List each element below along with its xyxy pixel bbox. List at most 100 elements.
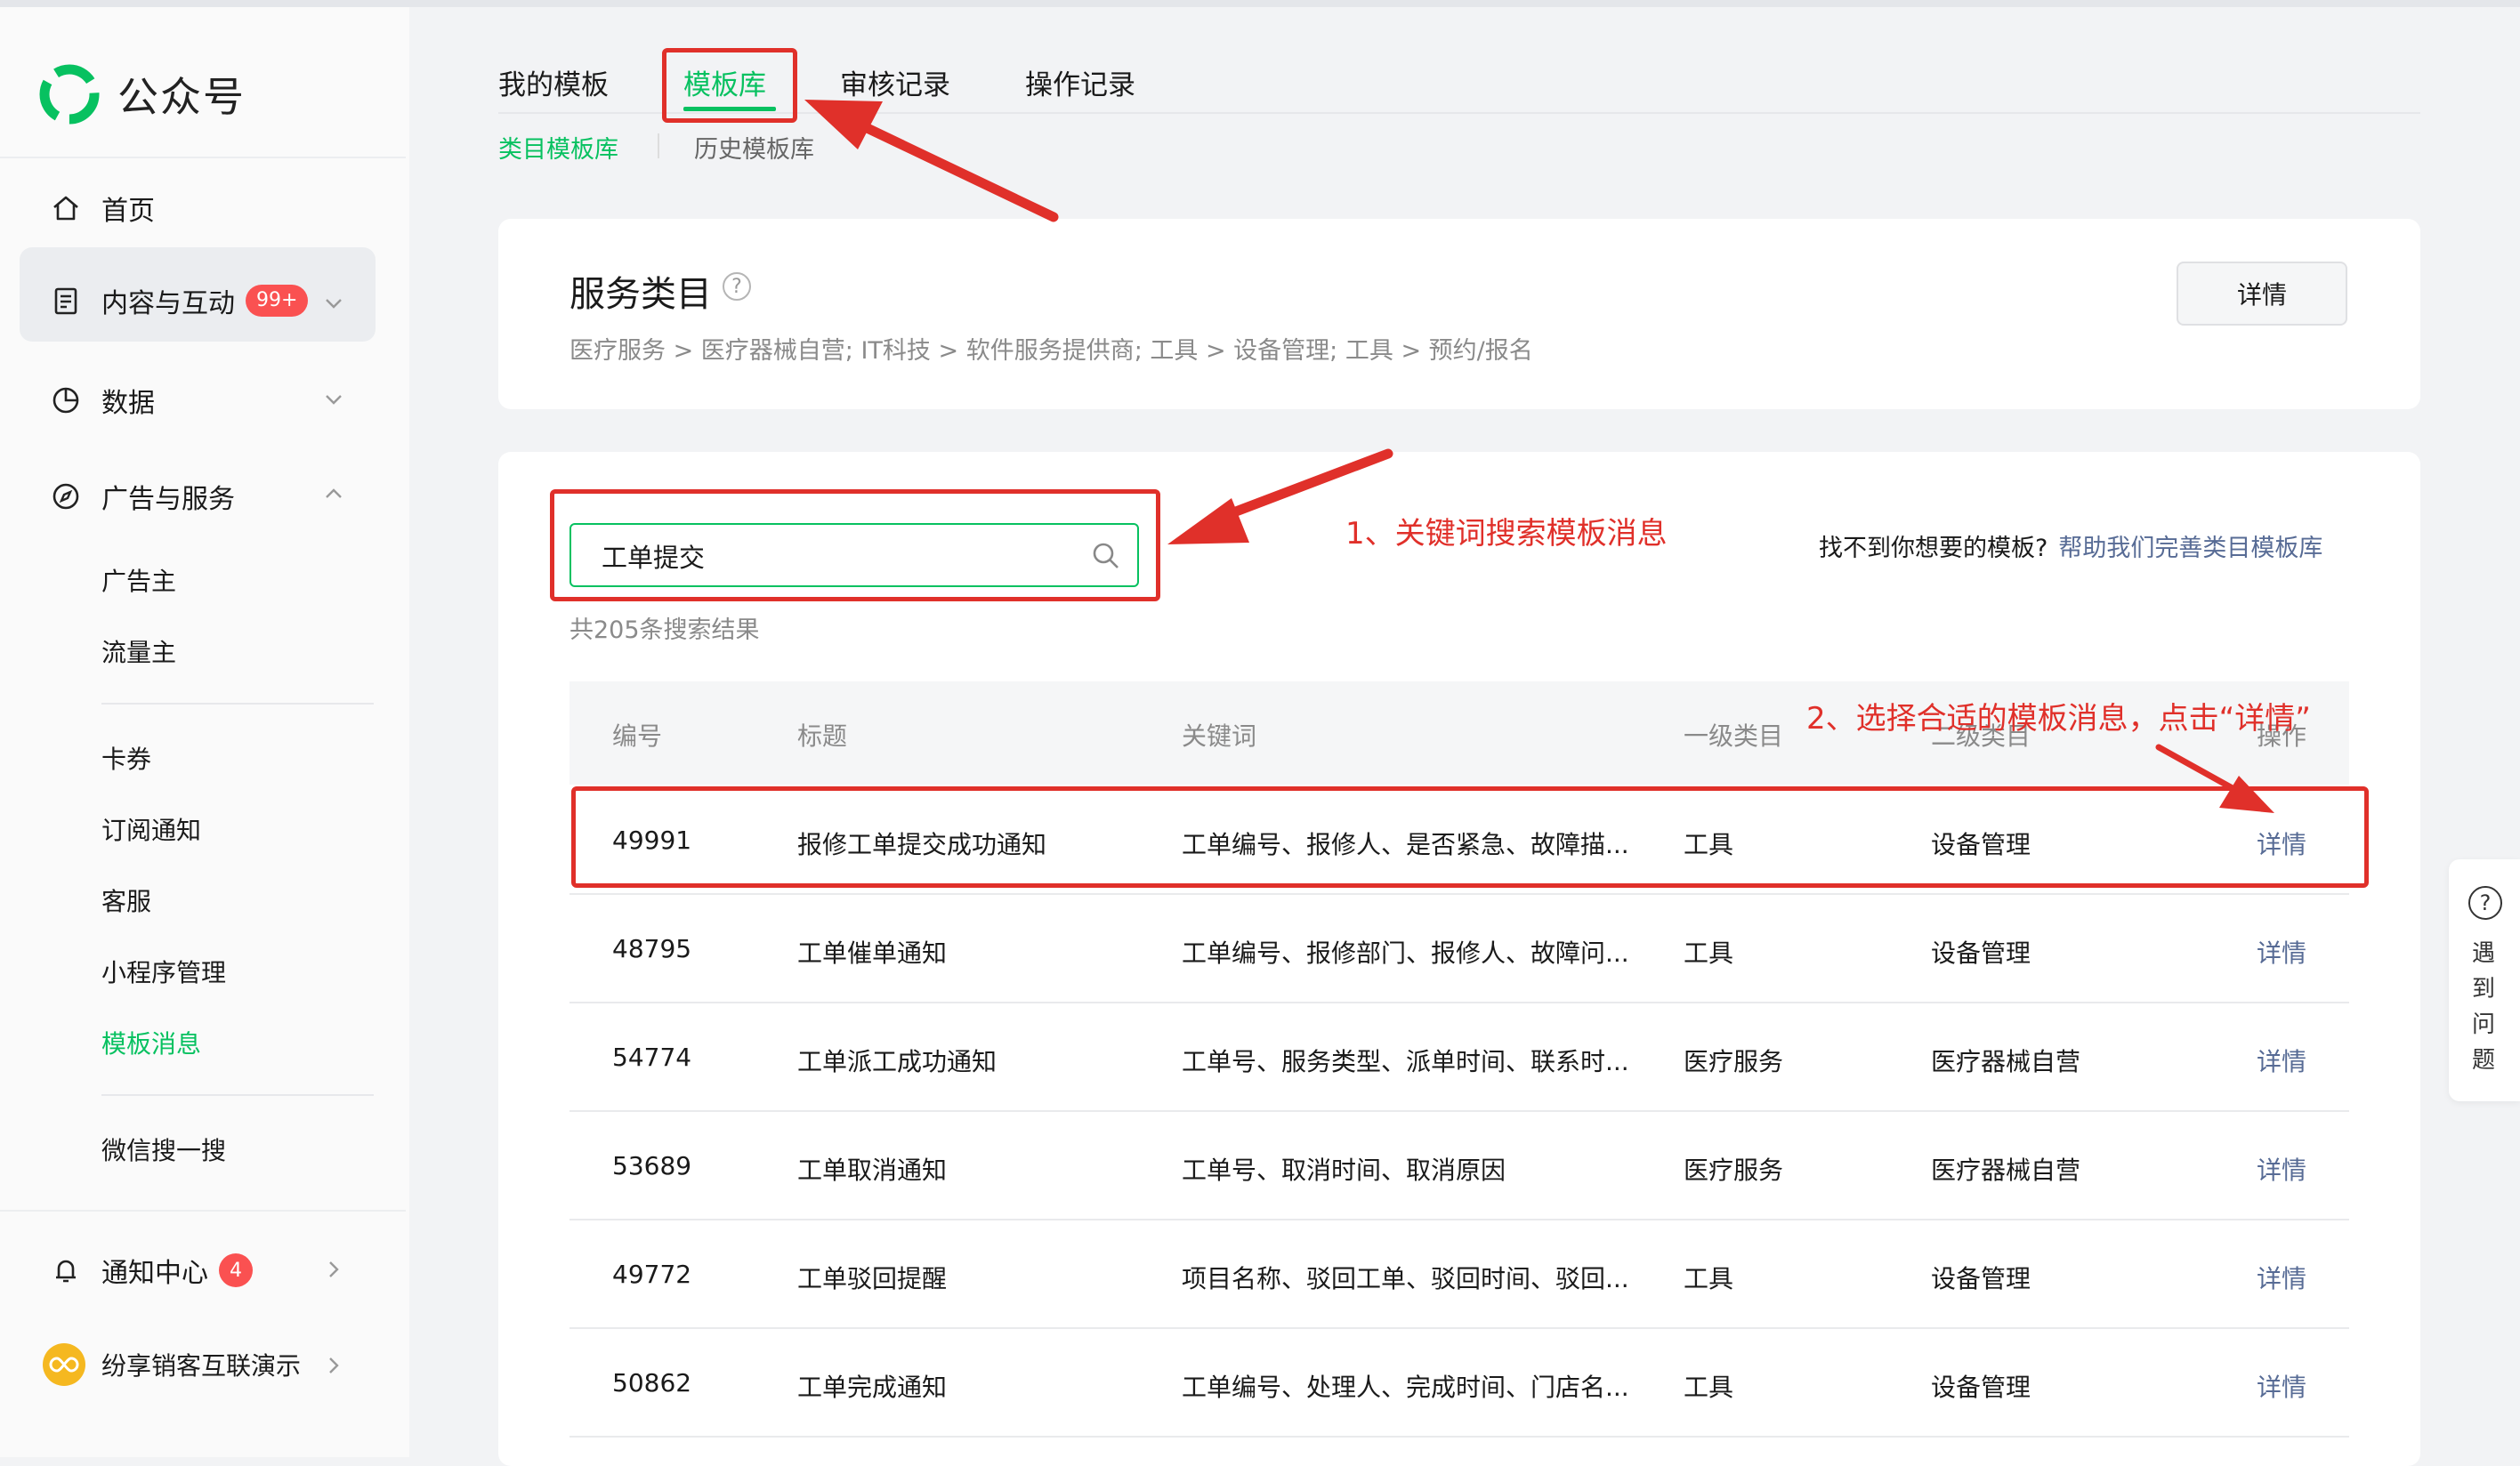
column-header-id: 编号 (612, 721, 663, 751)
cell-keywords: 工单号、服务类型、派单时间、联系时... (1182, 1047, 1629, 1076)
chevron-up-icon[interactable] (320, 480, 347, 507)
compass-icon (52, 483, 79, 510)
cell-id: 54774 (612, 1043, 692, 1072)
cell-category1: 工具 (1684, 1373, 1734, 1402)
avatar (43, 1343, 85, 1386)
question-icon: ? (2468, 886, 2502, 920)
bell-icon (56, 1260, 76, 1283)
floating-help-button[interactable]: ? 遇到问题 (2449, 859, 2520, 1101)
subtab-category-library[interactable]: 类目模板库 (498, 130, 618, 165)
sidebar-subitem-wechat-search[interactable]: 微信搜一搜 (101, 1132, 226, 1167)
home-icon (53, 196, 78, 221)
sidebar-item-content[interactable]: 内容与互动 99+ (50, 281, 309, 320)
missing-question: 找不到你想要的模板? (1819, 535, 2048, 562)
content-badge: 99+ (246, 285, 309, 317)
sidebar-subitem-customer-service[interactable]: 客服 (101, 882, 151, 918)
account-name: 纷享销客互联演示 (101, 1351, 302, 1381)
cell-category2: 医疗器械自营 (1931, 1156, 2081, 1185)
tab-operation-records[interactable]: 操作记录 (1025, 62, 1135, 102)
sidebar-subitem-miniprogram[interactable]: 小程序管理 (101, 954, 226, 989)
sidebar-item-notify[interactable]: 通知中心 4 (50, 1251, 253, 1290)
cell-keywords: 工单编号、报修部门、报修人、故障问... (1182, 938, 1629, 968)
sidebar-item-label: 内容与互动 (101, 288, 235, 319)
chart-pie-icon (52, 387, 79, 414)
sidebar-item-label: 数据 (101, 388, 155, 419)
sidebar-subitem-template-message[interactable]: 模板消息 (101, 1025, 201, 1060)
document-icon (54, 287, 77, 315)
tab-review-records[interactable]: 审核记录 (840, 62, 950, 102)
cell-id: 49772 (612, 1260, 692, 1289)
chevron-right-icon[interactable] (320, 1352, 347, 1379)
improve-library-link[interactable]: 帮助我们完善类目模板库 (2058, 535, 2322, 562)
row-divider (569, 1219, 2349, 1220)
sidebar-item-ads[interactable]: 广告与服务 (50, 477, 235, 516)
chevron-down-icon[interactable] (320, 386, 347, 413)
chevron-down-icon[interactable] (320, 290, 347, 317)
sidebar-item-label: 首页 (101, 196, 155, 227)
help-icon[interactable]: ? (723, 272, 751, 301)
cell-category2: 医疗器械自营 (1931, 1047, 2081, 1076)
service-category-card (498, 219, 2420, 409)
cell-category2: 设备管理 (1931, 1373, 2031, 1402)
row-divider (569, 893, 2349, 895)
detail-link[interactable]: 详情 (2257, 1368, 2306, 1404)
service-detail-button[interactable]: 详情 (2177, 262, 2347, 326)
detail-link[interactable]: 详情 (2257, 1260, 2306, 1295)
sidebar-divider (101, 703, 374, 705)
row-divider (569, 1327, 2349, 1329)
search-result-count: 共205条搜索结果 (569, 616, 760, 644)
sidebar-divider (0, 1210, 406, 1212)
cell-id: 53689 (612, 1151, 692, 1180)
sidebar-subitem-publisher[interactable]: 流量主 (101, 633, 176, 669)
annotation-box-row (571, 786, 2369, 888)
cell-id: 48795 (612, 934, 692, 963)
cell-category1: 工具 (1684, 938, 1734, 968)
missing-template-hint: 找不到你想要的模板? 帮助我们完善类目模板库 (1819, 528, 2322, 563)
service-title: 服务类目 (569, 274, 712, 315)
sidebar-item-label: 广告与服务 (101, 484, 235, 515)
sidebar-account[interactable]: 纷享销客互联演示 (43, 1343, 301, 1386)
detail-link[interactable]: 详情 (2257, 1151, 2306, 1187)
detail-link[interactable]: 详情 (2257, 934, 2306, 970)
sidebar-item-data[interactable]: 数据 (50, 381, 155, 420)
chevron-right-icon[interactable] (320, 1256, 347, 1283)
column-header-keywords: 关键词 (1182, 721, 1257, 751)
wechat-official-logo-icon (39, 64, 100, 125)
sidebar-item-label: 通知中心 (101, 1258, 208, 1289)
subtab-history-library[interactable]: 历史模板库 (694, 130, 814, 165)
column-header-category1: 一级类目 (1684, 721, 1784, 751)
sidebar-subitem-advertiser[interactable]: 广告主 (101, 562, 176, 598)
app-title: 公众号 (117, 73, 246, 121)
cell-category2: 设备管理 (1931, 938, 2031, 968)
annotation-step2: 2、选择合适的模板消息，点击“详情” (1806, 701, 2311, 737)
column-header-title: 标题 (797, 721, 848, 751)
cell-id: 50862 (612, 1368, 692, 1398)
app-logo[interactable]: 公众号 (39, 64, 246, 125)
subtab-separator (658, 133, 659, 158)
cell-title: 工单派工成功通知 (797, 1047, 998, 1076)
cell-title: 工单取消通知 (797, 1156, 948, 1185)
row-divider (569, 1002, 2349, 1003)
cell-category2: 设备管理 (1931, 1264, 2031, 1293)
sidebar-divider (0, 157, 406, 158)
sidebar-item-home[interactable]: 首页 (50, 189, 155, 228)
row-divider (569, 1436, 2349, 1438)
infinity-logo-icon (49, 1357, 79, 1373)
sidebar-subitem-subscription[interactable]: 订阅通知 (101, 811, 201, 847)
arrow-to-tab-icon (804, 100, 1059, 222)
sidebar-subitem-coupons[interactable]: 卡券 (101, 740, 151, 776)
tab-my-templates[interactable]: 我的模板 (498, 62, 609, 102)
cell-title: 工单催单通知 (797, 938, 948, 968)
cell-title: 工单完成通知 (797, 1373, 948, 1402)
cell-category1: 工具 (1684, 1264, 1734, 1293)
annotation-step1: 1、关键词搜索模板消息 (1345, 516, 1668, 552)
notify-badge: 4 (219, 1253, 253, 1287)
detail-link[interactable]: 详情 (2257, 1043, 2306, 1078)
sidebar-divider (101, 1094, 374, 1096)
annotation-box-tab (662, 48, 797, 123)
top-border (0, 0, 2520, 7)
annotation-box-search (550, 489, 1160, 601)
cell-category1: 医疗服务 (1684, 1047, 1784, 1076)
cell-keywords: 项目名称、驳回工单、驳回时间、驳回... (1182, 1264, 1629, 1293)
row-divider (569, 1110, 2349, 1112)
